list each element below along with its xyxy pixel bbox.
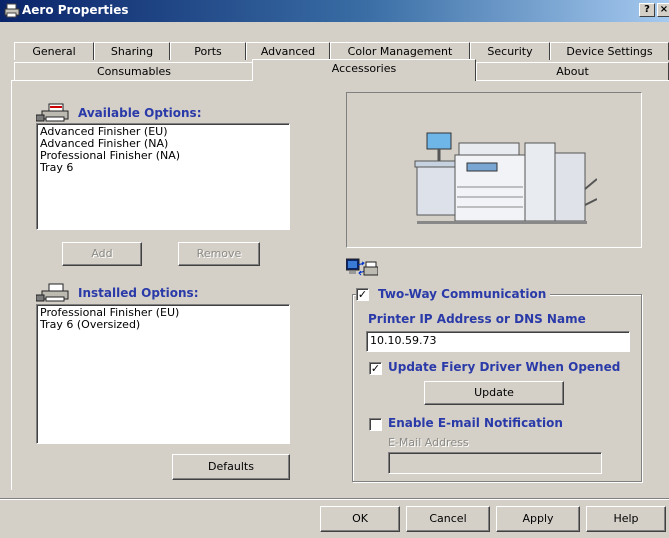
title-bar: Aero Properties ? × — [0, 0, 669, 22]
available-options-list[interactable]: Advanced Finisher (EU) Advanced Finisher… — [36, 123, 290, 230]
list-item[interactable]: Tray 6 (Oversized) — [40, 319, 286, 331]
tab-ports[interactable]: Ports — [170, 42, 246, 60]
tab-consumables[interactable]: Consumables — [14, 62, 254, 80]
tab-device-settings[interactable]: Device Settings — [550, 42, 669, 60]
help-button[interactable]: Help — [586, 506, 666, 532]
tab-general[interactable]: General — [14, 42, 94, 60]
installed-options-heading: Installed Options: — [78, 286, 199, 300]
update-fiery-checkbox[interactable]: ✓ — [369, 362, 382, 375]
printer-options-icon — [36, 103, 69, 122]
two-way-legend: ✓ Two-Way Communication — [356, 285, 551, 303]
email-notification-checkbox[interactable] — [369, 418, 382, 431]
tab-security[interactable]: Security — [470, 42, 550, 60]
cancel-button[interactable]: Cancel — [406, 506, 490, 532]
tab-accessories[interactable]: Accessories — [252, 59, 476, 81]
two-way-label: Two-Way Communication — [378, 287, 547, 301]
email-notification-label: Enable E-mail Notification — [388, 416, 563, 430]
ip-address-field[interactable]: 10.10.59.73 — [366, 331, 630, 352]
available-options-heading: Available Options: — [78, 106, 202, 120]
printer-picture-frame — [346, 92, 642, 248]
ok-button[interactable]: OK — [320, 506, 400, 532]
printer-image — [414, 132, 597, 224]
tab-color-management[interactable]: Color Management — [330, 42, 470, 60]
email-address-label: E-Mail Address — [388, 436, 469, 449]
list-item[interactable]: Professional Finisher (NA) — [40, 150, 286, 162]
tab-about[interactable]: About — [476, 62, 669, 80]
update-button[interactable]: Update — [424, 381, 564, 405]
two-way-checkbox[interactable]: ✓ — [356, 288, 369, 301]
defaults-button[interactable]: Defaults — [172, 454, 290, 480]
list-item[interactable]: Tray 6 — [40, 162, 286, 174]
window-title: Aero Properties — [22, 3, 129, 17]
close-title-button[interactable]: × — [657, 3, 669, 17]
email-address-field[interactable] — [388, 452, 602, 474]
tab-sharing[interactable]: Sharing — [94, 42, 170, 60]
printer-installed-icon — [36, 283, 69, 302]
tab-advanced[interactable]: Advanced — [246, 42, 330, 60]
printer-app-icon — [4, 3, 20, 18]
update-fiery-label: Update Fiery Driver When Opened — [388, 360, 621, 374]
apply-button[interactable]: Apply — [496, 506, 580, 532]
ip-address-label: Printer IP Address or DNS Name — [368, 312, 586, 326]
installed-options-list[interactable]: Professional Finisher (EU) Tray 6 (Overs… — [36, 304, 290, 444]
remove-button[interactable]: Remove — [178, 242, 260, 266]
footer-separator — [0, 498, 669, 500]
help-title-button[interactable]: ? — [639, 3, 655, 17]
two-way-communication-icon — [346, 258, 378, 276]
add-button[interactable]: Add — [62, 242, 142, 266]
